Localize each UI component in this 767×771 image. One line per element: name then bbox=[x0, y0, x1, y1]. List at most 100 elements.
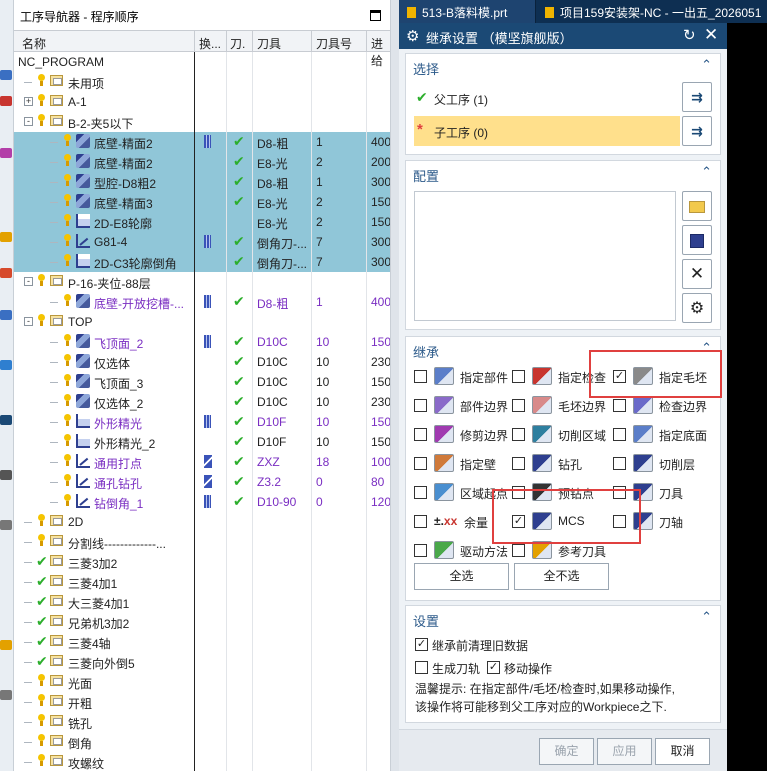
operation-row[interactable]: 型腔-D8粗2 ✔ D8-粗 1 300 bbox=[14, 172, 390, 192]
config-list[interactable] bbox=[414, 191, 676, 321]
operation-row[interactable]: 底壁-精面3 ✔ E8-光 2 150 bbox=[14, 192, 390, 212]
program-group-row[interactable]: - TOP bbox=[14, 312, 390, 332]
operation-row[interactable]: 2D-C3轮廓倒角 ✔ 倒角刀-... 7 300 bbox=[14, 252, 390, 272]
tree-row[interactable]: ✔ 兄弟机3加2 bbox=[14, 612, 390, 632]
operation-row[interactable]: 飞顶面_3 ✔ D10C 10 150 bbox=[14, 372, 390, 392]
inherit-checkbox[interactable] bbox=[414, 399, 427, 412]
collapse-icon[interactable]: ⌃ bbox=[701, 57, 712, 73]
open-config-button[interactable] bbox=[682, 191, 712, 221]
tree-row[interactable]: ✔ 三菱向外倒5 bbox=[14, 652, 390, 672]
tree-row[interactable]: ✔ 三菱3加2 bbox=[14, 552, 390, 572]
collapse-icon[interactable]: - bbox=[24, 317, 33, 326]
collapse-icon[interactable]: - bbox=[24, 117, 33, 126]
settings-config-button[interactable]: ⚙ bbox=[682, 293, 712, 323]
operation-row[interactable]: 仅选体 ✔ D10C 10 230 bbox=[14, 352, 390, 372]
expand-icon[interactable]: + bbox=[24, 97, 33, 106]
inherit-checkbox[interactable] bbox=[414, 428, 427, 441]
tree-row[interactable]: 倒角 bbox=[14, 732, 390, 752]
inherit-checkbox[interactable] bbox=[512, 399, 525, 412]
operation-row[interactable]: G81-4 ✔ 倒角刀-... 7 300 bbox=[14, 232, 390, 252]
move-op-checkbox[interactable]: ✓ bbox=[487, 661, 500, 674]
inherit-checkbox[interactable] bbox=[512, 544, 525, 557]
operation-row[interactable]: 2D-E8轮廓 E8-光 2 150 bbox=[14, 212, 390, 232]
column-toolpath[interactable]: 刀. bbox=[230, 35, 245, 52]
inherit-checkbox[interactable] bbox=[613, 399, 626, 412]
operation-row[interactable]: 外形精光_2 ✔ D10F 10 150 bbox=[14, 432, 390, 452]
maximize-icon[interactable] bbox=[370, 10, 381, 21]
tree-row[interactable]: 铣孔 bbox=[14, 712, 390, 732]
inherit-checkbox[interactable] bbox=[414, 544, 427, 557]
program-group-row[interactable]: + A-1 bbox=[14, 92, 390, 112]
tree-row[interactable]: ✔ 三菱4加1 bbox=[14, 572, 390, 592]
collapse-icon[interactable]: - bbox=[24, 277, 33, 286]
delete-config-button[interactable]: ✕ bbox=[682, 259, 712, 289]
operation-row[interactable]: 底壁-精面2 ✔ D8-粗 1 400 bbox=[14, 132, 390, 152]
toolbar-icon[interactable] bbox=[0, 148, 12, 158]
inherit-checkbox[interactable] bbox=[414, 515, 427, 528]
tree-row[interactable]: 分割线-------------... bbox=[14, 532, 390, 552]
inherit-checkbox[interactable] bbox=[414, 370, 427, 383]
operation-row[interactable]: 飞顶面_2 ✔ D10C 10 150 bbox=[14, 332, 390, 352]
tree-row[interactable]: 光面 bbox=[14, 672, 390, 692]
toolbar-icon[interactable] bbox=[0, 310, 12, 320]
row-name: 通孔钻孔 bbox=[94, 477, 143, 491]
toolbar-icon[interactable] bbox=[0, 70, 12, 80]
tree-row[interactable]: 攻螺纹 bbox=[14, 752, 390, 771]
reset-icon[interactable]: ↻ bbox=[683, 26, 696, 44]
tree-row[interactable]: 2D bbox=[14, 512, 390, 532]
cancel-button[interactable]: 取消 bbox=[655, 738, 710, 765]
tree-row[interactable]: ✔ 三菱4轴 bbox=[14, 632, 390, 652]
graphics-area[interactable] bbox=[727, 23, 767, 771]
tree-row[interactable]: ✔ 大三菱4加1 bbox=[14, 592, 390, 612]
toolbar-icon[interactable] bbox=[0, 415, 12, 425]
tree-row[interactable]: NC_PROGRAM bbox=[14, 52, 390, 72]
close-icon[interactable]: ✕ bbox=[704, 25, 718, 45]
tree-row[interactable]: 开粗 bbox=[14, 692, 390, 712]
parent-op-row[interactable]: ✔ 父工序 (1) bbox=[414, 84, 680, 114]
inherit-checkbox[interactable] bbox=[512, 370, 525, 383]
clear-old-checkbox[interactable]: ✓ bbox=[415, 638, 428, 651]
inherit-checkbox[interactable] bbox=[613, 457, 626, 470]
column-change[interactable]: 换... bbox=[199, 35, 221, 52]
select-child-button[interactable]: ⇉ bbox=[682, 116, 712, 146]
column-tool[interactable]: 刀具 bbox=[257, 35, 281, 52]
operation-row[interactable]: 钻倒角_1 ✔ D10-90 0 120 bbox=[14, 492, 390, 512]
tab-document-1[interactable]: 513-B落料模.prt bbox=[399, 0, 536, 23]
toolbar-icon[interactable] bbox=[0, 232, 12, 242]
operation-row[interactable]: 通用打点 ✔ ZXZ 18 100 bbox=[14, 452, 390, 472]
inherit-checkbox[interactable] bbox=[613, 428, 626, 441]
inherit-checkbox[interactable] bbox=[414, 486, 427, 499]
child-op-row[interactable]: * 子工序 (0) bbox=[414, 116, 680, 146]
inherit-checkbox[interactable] bbox=[512, 457, 525, 470]
tree-row[interactable]: 未用项 bbox=[14, 72, 390, 92]
inherit-checkbox[interactable] bbox=[414, 457, 427, 470]
operation-row[interactable]: 外形精光 ✔ D10F 10 150 bbox=[14, 412, 390, 432]
apply-button[interactable]: 应用 bbox=[597, 738, 652, 765]
operation-row[interactable]: 仅选体_2 ✔ D10C 10 230 bbox=[14, 392, 390, 412]
operation-row[interactable]: 底壁-精面2 ✔ E8-光 2 200 bbox=[14, 152, 390, 172]
operation-row[interactable]: 通孔钻孔 ✔ Z3.2 0 80 bbox=[14, 472, 390, 492]
column-name[interactable]: 名称 bbox=[22, 35, 46, 52]
toolbar-icon[interactable] bbox=[0, 360, 12, 370]
ok-button[interactable]: 确定 bbox=[539, 738, 594, 765]
toolbar-icon[interactable] bbox=[0, 690, 12, 700]
program-group-row[interactable]: - P-16-夹位-88层 bbox=[14, 272, 390, 292]
inherit-checkbox[interactable] bbox=[512, 428, 525, 441]
toolbar-icon[interactable] bbox=[0, 520, 12, 530]
toolbar-icon[interactable] bbox=[0, 96, 12, 106]
toolbar-icon[interactable] bbox=[0, 268, 12, 278]
deselect-all-button[interactable]: 全不选 bbox=[514, 563, 609, 590]
column-tool-number[interactable]: 刀具号 bbox=[316, 35, 352, 52]
toolbar-icon[interactable] bbox=[0, 640, 12, 650]
program-group-row[interactable]: - B-2-夹5以下 bbox=[14, 112, 390, 132]
select-parent-button[interactable]: ⇉ bbox=[682, 82, 712, 112]
gen-path-checkbox[interactable] bbox=[415, 661, 428, 674]
operation-row[interactable]: 底壁-开放挖槽-... ✔ D8-粗 1 400 bbox=[14, 292, 390, 312]
tab-document-2[interactable]: 项目159安装架-NC - 一出五_2026051 bbox=[537, 0, 767, 23]
save-config-button[interactable] bbox=[682, 225, 712, 255]
collapse-icon[interactable]: ⌃ bbox=[701, 164, 712, 180]
pane-divider[interactable] bbox=[390, 0, 399, 771]
toolbar-icon[interactable] bbox=[0, 470, 12, 480]
select-all-button[interactable]: 全选 bbox=[414, 563, 509, 590]
collapse-icon[interactable]: ⌃ bbox=[701, 609, 712, 625]
